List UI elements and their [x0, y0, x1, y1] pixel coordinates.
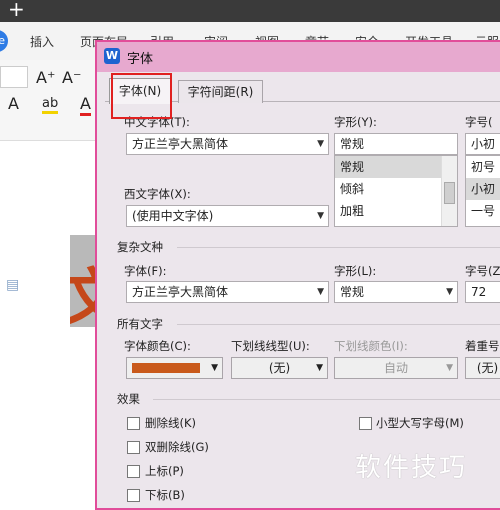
- font-dialog: W 字体 字体(N) 字符间距(R) 中文字体(T): 方正兰亭大黑简体 ▼ 字形…: [95, 40, 500, 510]
- superscript-checkbox[interactable]: [127, 465, 140, 478]
- superscript-label: 上标(P): [145, 464, 184, 478]
- dropdown-arrow-icon: ▼: [446, 287, 453, 297]
- subscript-label: 下标(B): [145, 488, 185, 502]
- font-color-icon[interactable]: A: [80, 94, 91, 116]
- complex-section-title: 复杂文种: [117, 240, 163, 254]
- new-tab-icon[interactable]: +: [8, 0, 25, 21]
- font-color-select[interactable]: ▼: [126, 357, 223, 379]
- dropdown-arrow-icon: ▼: [316, 363, 323, 373]
- font-size-box[interactable]: [0, 66, 28, 88]
- small-caps-checkbox[interactable]: [359, 417, 372, 430]
- complex-font-select[interactable]: 方正兰亭大黑简体 ▼: [126, 281, 329, 303]
- dropdown-arrow-icon: ▼: [317, 139, 324, 149]
- app-menu-icon[interactable]: e: [0, 30, 8, 52]
- tab-character-spacing[interactable]: 字符间距(R): [178, 80, 263, 103]
- list-item[interactable]: 初号: [466, 156, 500, 178]
- complex-size-label: 字号(Z: [465, 264, 500, 278]
- divider: [177, 247, 500, 248]
- menu-insert[interactable]: 插入: [30, 33, 54, 50]
- subscript-checkbox[interactable]: [127, 489, 140, 502]
- grow-font-icon[interactable]: A⁺: [36, 68, 55, 87]
- strikethrough-checkbox[interactable]: [127, 417, 140, 430]
- style-label: 字形(Y):: [334, 115, 377, 129]
- complex-size-input[interactable]: 72: [465, 281, 500, 303]
- dropdown-arrow-icon: ▼: [211, 363, 218, 373]
- small-caps-label: 小型大写字母(M): [376, 416, 464, 430]
- style-list[interactable]: 常规 倾斜 加粗: [334, 155, 458, 227]
- chinese-font-select[interactable]: 方正兰亭大黑简体 ▼: [126, 133, 329, 155]
- dialog-title: 字体: [127, 52, 154, 67]
- emphasis-label: 着重号: [465, 339, 500, 353]
- highlight-annotation: [111, 73, 172, 119]
- list-item[interactable]: 加粗: [335, 200, 457, 222]
- underline-style-label: 下划线线型(U):: [231, 339, 310, 353]
- underline-color-select[interactable]: 自动 ▼: [334, 357, 458, 379]
- list-item[interactable]: 常规: [335, 156, 457, 178]
- complex-style-select[interactable]: 常规 ▼: [334, 281, 458, 303]
- style-input[interactable]: 常规: [334, 133, 458, 155]
- dropdown-arrow-icon: ▼: [446, 363, 453, 373]
- paste-options-icon[interactable]: ▤: [6, 277, 19, 293]
- effects-section-title: 效果: [117, 392, 140, 406]
- list-item[interactable]: 倾斜: [335, 178, 457, 200]
- all-text-section-title: 所有文字: [117, 317, 163, 331]
- underline-style-select[interactable]: (无) ▼: [231, 357, 328, 379]
- strikethrough-label: 删除线(K): [145, 416, 197, 430]
- scrollbar[interactable]: [441, 156, 457, 226]
- size-label: 字号(: [465, 115, 493, 129]
- list-item[interactable]: 小初: [466, 178, 500, 200]
- watermark: 软件技巧: [355, 453, 468, 483]
- size-input[interactable]: 小初: [465, 133, 500, 155]
- emphasis-select[interactable]: (无): [465, 357, 500, 379]
- size-list[interactable]: 初号 小初 一号: [465, 155, 500, 227]
- western-font-select[interactable]: (使用中文字体) ▼: [126, 205, 329, 227]
- complex-font-label: 字体(F):: [124, 264, 167, 278]
- color-swatch: [132, 363, 200, 373]
- title-bar: +: [0, 0, 500, 22]
- list-item[interactable]: 一号: [466, 200, 500, 222]
- text-effect-icon[interactable]: A: [8, 94, 19, 113]
- dropdown-arrow-icon: ▼: [317, 287, 324, 297]
- shrink-font-icon[interactable]: A⁻: [62, 68, 81, 87]
- western-font-label: 西文字体(X):: [124, 187, 191, 201]
- wps-logo-icon: W: [104, 48, 120, 64]
- double-strikethrough-checkbox[interactable]: [127, 441, 140, 454]
- divider: [153, 399, 500, 400]
- underline-color-label: 下划线颜色(I):: [334, 339, 408, 353]
- dropdown-arrow-icon: ▼: [317, 211, 324, 221]
- formatting-toolbar: A⁺ A⁻ A ab A: [0, 60, 100, 141]
- divider: [177, 324, 500, 325]
- font-color-label: 字体颜色(C):: [124, 339, 191, 353]
- complex-style-label: 字形(L):: [334, 264, 377, 278]
- dialog-title-bar: W 字体: [97, 42, 500, 72]
- highlight-icon[interactable]: ab: [42, 96, 59, 114]
- double-strikethrough-label: 双删除线(G): [145, 440, 209, 454]
